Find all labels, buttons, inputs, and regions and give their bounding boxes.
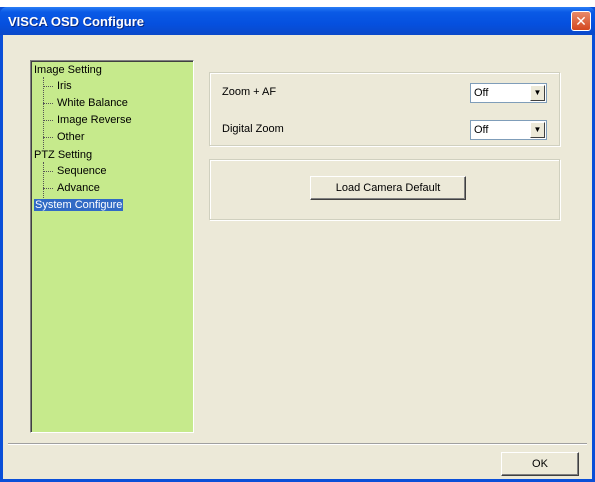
digital-zoom-select[interactable]: Off ▼ [470, 120, 547, 140]
tree-item-image-reverse[interactable]: Image Reverse [57, 112, 132, 129]
zoom-settings-group: Zoom + AF Off ▼ Digital Zoom Off ▼ [209, 72, 560, 146]
tree-item-label: Advance [57, 182, 100, 194]
tree-connector [43, 137, 53, 138]
close-button[interactable]: ✕ [571, 11, 591, 31]
digital-zoom-value: Off [474, 124, 489, 136]
tree-item-label: Iris [57, 80, 72, 92]
zoom-af-label: Zoom + AF [222, 86, 277, 98]
title-bar[interactable]: VISCA OSD Configure ✕ [0, 7, 595, 35]
zoom-af-value: Off [474, 87, 489, 99]
chevron-down-icon[interactable]: ▼ [530, 85, 545, 101]
ok-button[interactable]: OK [501, 452, 579, 476]
tree-item-label: PTZ Setting [34, 149, 93, 161]
settings-tree[interactable]: Image Setting Iris White Balance Image R… [30, 60, 194, 433]
tree-item-label: White Balance [57, 97, 128, 109]
tree-connector [43, 171, 53, 172]
tree-item-label: Sequence [57, 165, 107, 177]
window-title: VISCA OSD Configure [8, 14, 145, 29]
load-camera-default-button[interactable]: Load Camera Default [310, 176, 466, 200]
tree-item-ptz-setting[interactable]: PTZ Setting [34, 147, 92, 164]
zoom-af-select[interactable]: Off ▼ [470, 83, 547, 103]
tree-item-label: Other [57, 131, 85, 143]
tree-item-image-setting[interactable]: Image Setting [34, 62, 102, 79]
tree-connector [43, 86, 53, 87]
tree-connector [43, 188, 53, 189]
tree-connector [43, 77, 44, 149]
tree-item-system-configure[interactable]: System Configure [34, 197, 124, 214]
footer-divider [8, 443, 587, 445]
tree-item-label: Image Reverse [57, 114, 132, 126]
tree-connector [43, 120, 53, 121]
tree-connector [43, 162, 44, 200]
dialog-window: VISCA OSD Configure ✕ Image Setting Iris… [0, 7, 595, 482]
dialog-client-area: Image Setting Iris White Balance Image R… [3, 35, 592, 479]
tree-item-advance[interactable]: Advance [57, 180, 100, 197]
tree-item-label: Image Setting [34, 64, 102, 76]
defaults-group: Load Camera Default [209, 159, 560, 220]
tree-connector [43, 103, 53, 104]
tree-item-other[interactable]: Other [57, 129, 85, 146]
tree-item-white-balance[interactable]: White Balance [57, 95, 128, 112]
chevron-down-icon[interactable]: ▼ [530, 122, 545, 138]
tree-item-sequence[interactable]: Sequence [57, 163, 107, 180]
tree-item-iris[interactable]: Iris [57, 78, 72, 95]
close-icon: ✕ [575, 13, 587, 29]
tree-item-label: System Configure [34, 199, 124, 211]
digital-zoom-label: Digital Zoom [222, 123, 284, 135]
